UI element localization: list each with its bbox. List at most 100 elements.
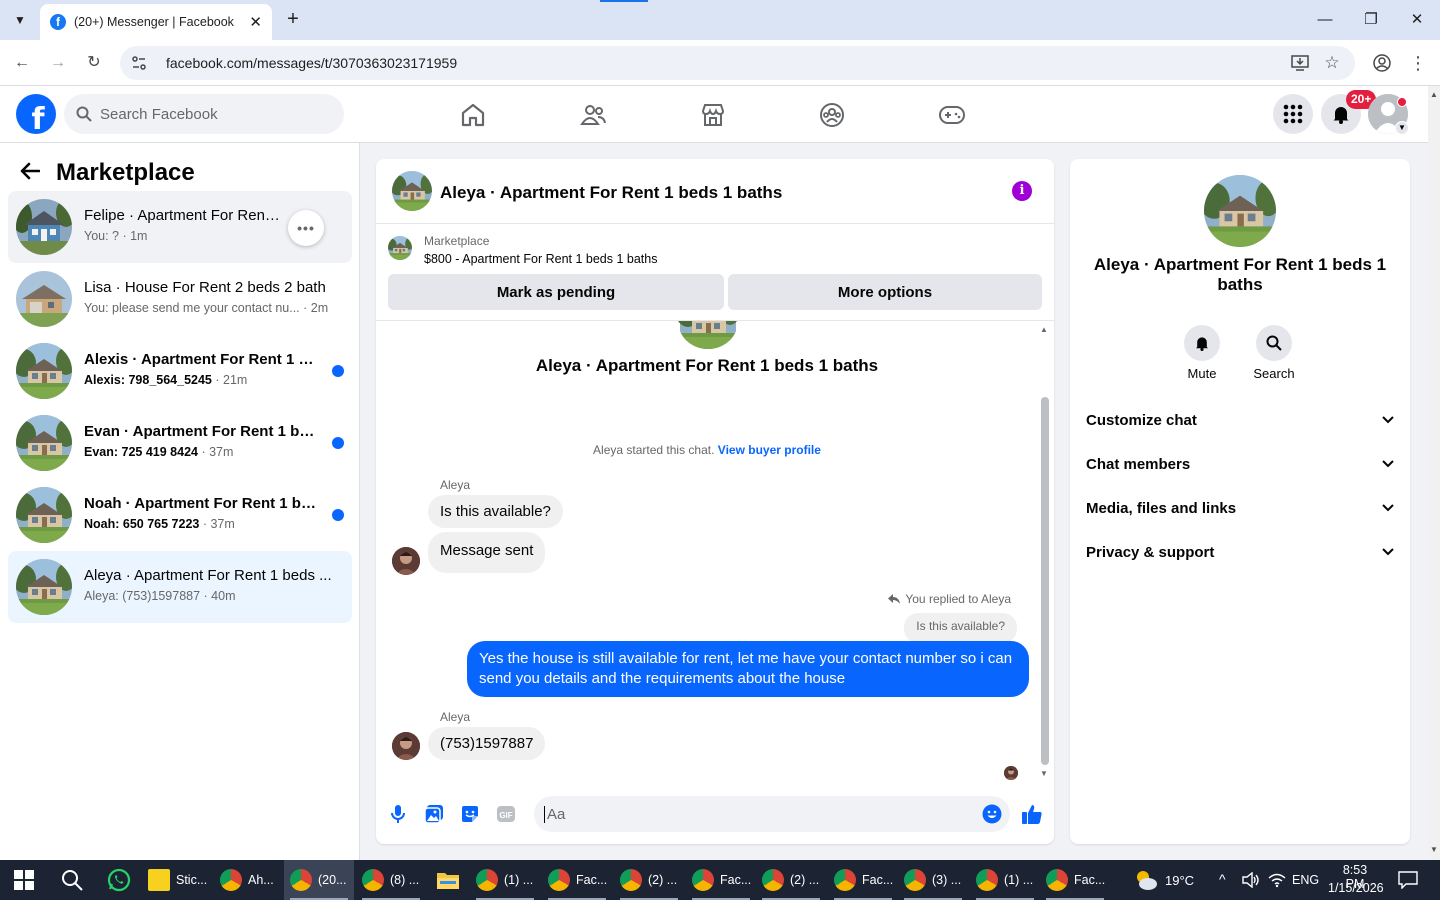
- facebook-logo-icon[interactable]: f: [16, 94, 56, 134]
- marketplace-icon[interactable]: [698, 100, 728, 130]
- site-settings-icon[interactable]: [130, 54, 148, 72]
- listing-title[interactable]: $800 - Apartment For Rent 1 beds 1 baths: [424, 252, 657, 266]
- sender-avatar[interactable]: [392, 732, 420, 760]
- taskbar-app-chrome[interactable]: Fac...: [1040, 860, 1110, 900]
- browser-menu-icon[interactable]: ⋮: [1407, 52, 1429, 74]
- media-files-links-row[interactable]: Media, files and links: [1086, 496, 1394, 520]
- taskbar-app-sticky-notes[interactable]: Stic...: [142, 860, 210, 900]
- bookmark-star-icon[interactable]: ☆: [1321, 52, 1343, 74]
- taskbar-search-icon[interactable]: [61, 869, 83, 896]
- taskbar-app-chrome[interactable]: (2) ...: [614, 860, 684, 900]
- account-chevron-down-icon[interactable]: ▼: [1395, 121, 1409, 135]
- reload-icon[interactable]: ↻: [83, 52, 105, 74]
- home-icon[interactable]: [458, 100, 488, 130]
- chat-header-name[interactable]: Aleya · Apartment For Rent 1 beds 1 bath…: [440, 183, 782, 203]
- tab-title: (20+) Messenger | Facebook: [74, 15, 234, 29]
- message-scrollbar[interactable]: ▲ ▼: [1040, 325, 1050, 780]
- view-buyer-profile-link[interactable]: View buyer profile: [718, 443, 821, 457]
- message-input-wrapper[interactable]: [534, 796, 1010, 832]
- incoming-message[interactable]: Is this available?: [428, 495, 563, 528]
- search-label: Search: [1253, 366, 1295, 381]
- language-indicator[interactable]: ENG: [1292, 873, 1319, 887]
- privacy-support-row[interactable]: Privacy & support: [1086, 540, 1394, 564]
- maximize-window-icon[interactable]: ❐: [1359, 8, 1383, 32]
- back-arrow-icon[interactable]: ←: [11, 52, 33, 74]
- weather-icon[interactable]: [1133, 868, 1159, 897]
- more-options-button[interactable]: More options: [728, 274, 1042, 310]
- chat-info-avatar[interactable]: [1204, 175, 1276, 247]
- new-tab-button[interactable]: +: [282, 8, 304, 32]
- taskbar-app-chrome-active[interactable]: (20...: [284, 860, 354, 900]
- taskbar-app-chrome[interactable]: (1) ...: [470, 860, 540, 900]
- taskbar-app-chrome[interactable]: (3) ...: [898, 860, 968, 900]
- facebook-top-nav: f 20+: [0, 86, 1428, 143]
- chat-avatar[interactable]: [392, 171, 432, 211]
- windows-start-icon[interactable]: [14, 870, 34, 890]
- chat-header: Aleya · Apartment For Rent 1 beds 1 bath…: [376, 159, 1054, 224]
- mute-label: Mute: [1187, 366, 1217, 381]
- chevron-down-icon: [1382, 504, 1394, 512]
- more-options-icon[interactable]: •••: [288, 210, 324, 246]
- taskbar-app-chrome[interactable]: (1) ...: [970, 860, 1040, 900]
- conversation-item[interactable]: Noah · Apartment For Rent 1 be... Noah: …: [8, 479, 352, 551]
- groups-icon[interactable]: [817, 100, 847, 130]
- close-window-icon[interactable]: ✕: [1405, 8, 1429, 32]
- taskbar-app-chrome[interactable]: Ah...: [214, 860, 282, 900]
- bell-icon: [1184, 325, 1220, 361]
- quoted-message[interactable]: Is this available?: [904, 613, 1017, 643]
- browser-tab-active[interactable]: f (20+) Messenger | Facebook ✕: [40, 4, 272, 40]
- emoji-icon[interactable]: [981, 803, 1003, 825]
- mark-as-pending-button[interactable]: Mark as pending: [388, 274, 724, 310]
- taskbar-app-chrome[interactable]: (2) ...: [756, 860, 826, 900]
- forward-arrow-icon[interactable]: →: [47, 52, 69, 74]
- search-conversation-button[interactable]: Search: [1244, 325, 1304, 381]
- back-arrow-icon[interactable]: [20, 160, 44, 186]
- install-app-icon[interactable]: [1289, 52, 1311, 74]
- thumbs-up-icon[interactable]: [1021, 803, 1043, 825]
- customize-chat-row[interactable]: Customize chat: [1086, 408, 1394, 432]
- volume-icon[interactable]: [1242, 871, 1260, 893]
- incoming-message[interactable]: (753)1597887: [428, 727, 546, 760]
- taskbar-app-chrome[interactable]: Fac...: [686, 860, 756, 900]
- microphone-icon[interactable]: [387, 803, 409, 825]
- conversation-item[interactable]: Lisa · House For Rent 2 beds 2 bath You:…: [8, 263, 352, 335]
- conversation-item[interactable]: Felipe · Apartment For Rent 2 beds 1 bat…: [8, 191, 352, 263]
- page-scrollbar[interactable]: ▲ ▼: [1428, 86, 1440, 860]
- mute-button[interactable]: Mute: [1172, 325, 1232, 381]
- file-explorer-icon[interactable]: [436, 870, 460, 895]
- clock-date[interactable]: 1/15/2026: [1328, 881, 1384, 895]
- tab-search-chevron-icon[interactable]: ▼: [8, 8, 32, 32]
- minimize-window-icon[interactable]: —: [1313, 8, 1337, 32]
- page-title: Marketplace: [56, 159, 195, 186]
- close-tab-icon[interactable]: ✕: [249, 13, 262, 31]
- conversation-item-active[interactable]: Aleya · Apartment For Rent 1 beds ... Al…: [8, 551, 352, 623]
- gif-icon[interactable]: GIF: [495, 803, 517, 825]
- profile-icon[interactable]: [1371, 52, 1393, 74]
- wifi-icon[interactable]: [1268, 872, 1286, 893]
- chat-info-panel: Aleya · Apartment For Rent 1 beds 1 bath…: [1070, 159, 1410, 844]
- outgoing-message[interactable]: Yes the house is still available for ren…: [467, 641, 1029, 697]
- chat-members-row[interactable]: Chat members: [1086, 452, 1394, 476]
- taskbar-app-chrome[interactable]: (8) ...: [356, 860, 426, 900]
- facebook-search-input[interactable]: [100, 105, 320, 123]
- photo-attach-icon[interactable]: [423, 803, 445, 825]
- taskbar-app-chrome[interactable]: Fac...: [828, 860, 898, 900]
- sticker-icon[interactable]: [459, 803, 481, 825]
- menu-grid-icon[interactable]: [1273, 94, 1313, 134]
- info-icon[interactable]: i: [1012, 181, 1032, 201]
- message-input[interactable]: [544, 805, 964, 823]
- conversation-item[interactable]: Evan · Apartment For Rent 1 bed... Evan:…: [8, 407, 352, 479]
- incoming-message[interactable]: Message sent: [428, 532, 546, 573]
- tray-chevron-up-icon[interactable]: ^: [1219, 871, 1226, 887]
- chat-cover-thumbnail: [678, 321, 738, 349]
- facebook-search[interactable]: [64, 94, 344, 134]
- listing-thumbnail: [16, 415, 72, 471]
- whatsapp-icon[interactable]: [107, 868, 131, 897]
- friends-icon[interactable]: [578, 100, 608, 130]
- conversation-item[interactable]: Alexis · Apartment For Rent 1 be... Alex…: [8, 335, 352, 407]
- address-bar[interactable]: facebook.com/messages/t/3070363023171959: [120, 46, 1355, 80]
- notification-center-icon[interactable]: [1398, 871, 1418, 894]
- sender-avatar[interactable]: [392, 547, 420, 575]
- taskbar-app-chrome[interactable]: Fac...: [542, 860, 612, 900]
- gaming-icon[interactable]: [937, 100, 967, 130]
